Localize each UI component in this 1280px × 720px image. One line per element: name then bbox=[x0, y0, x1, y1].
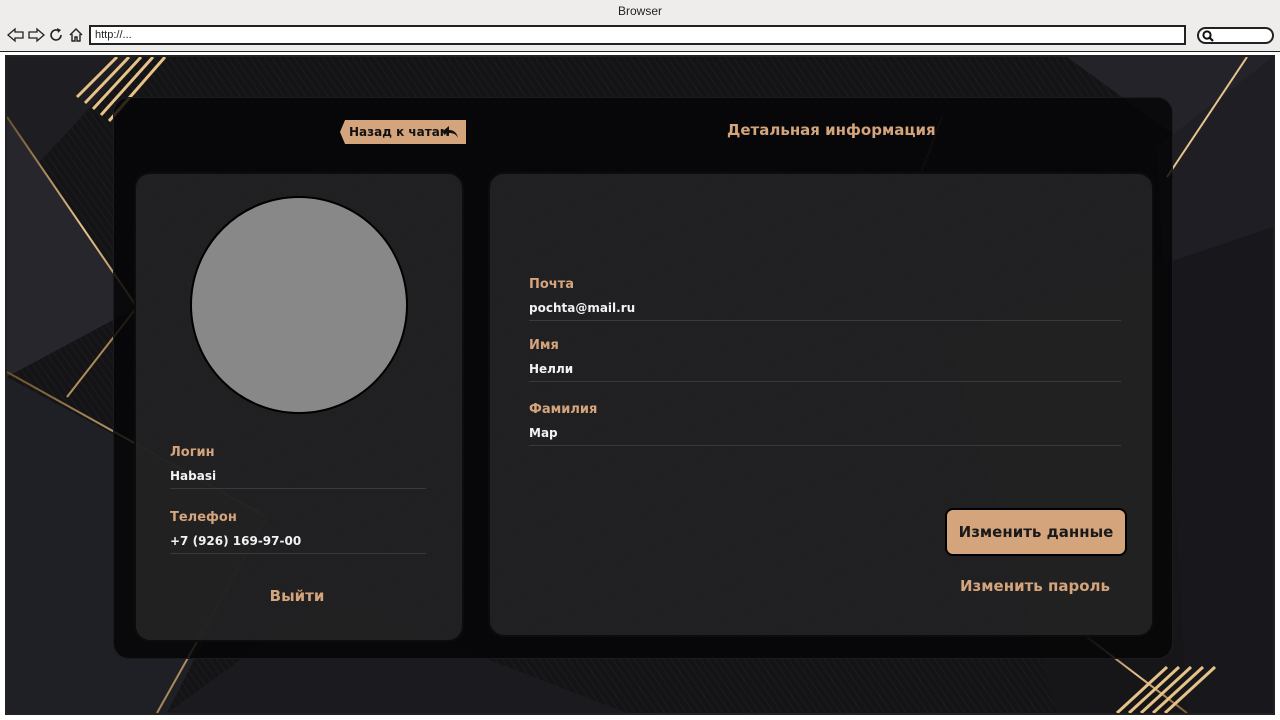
surname-value: Мар bbox=[529, 426, 558, 440]
edit-data-button[interactable]: Изменить данные bbox=[945, 508, 1127, 556]
home-icon[interactable] bbox=[66, 25, 86, 45]
page-viewport: Назад к чатам Детальная информация Логин… bbox=[5, 55, 1275, 715]
name-divider bbox=[529, 381, 1121, 382]
name-value: Нелли bbox=[529, 362, 574, 376]
phone-label: Телефон bbox=[170, 510, 237, 525]
back-arrow-icon[interactable] bbox=[6, 25, 26, 45]
email-value: pochta@mail.ru bbox=[529, 301, 636, 315]
page-title: Детальная информация bbox=[727, 121, 936, 139]
search-icon bbox=[1202, 30, 1214, 42]
search-field[interactable] bbox=[1197, 27, 1274, 44]
reply-arrow-icon bbox=[443, 126, 458, 138]
change-password-link[interactable]: Изменить пароль bbox=[945, 577, 1125, 595]
logout-button[interactable]: Выйти bbox=[172, 587, 422, 605]
phone-value: +7 (926) 169-97-00 bbox=[170, 534, 302, 548]
surname-label: Фамилия bbox=[529, 402, 598, 417]
login-value: Habasi bbox=[170, 469, 217, 483]
name-label: Имя bbox=[529, 338, 559, 353]
forward-arrow-icon[interactable] bbox=[26, 25, 46, 45]
phone-divider bbox=[170, 553, 426, 554]
avatar[interactable] bbox=[190, 196, 408, 414]
back-to-chats-button[interactable]: Назад к чатам bbox=[340, 120, 466, 144]
login-label: Логин bbox=[170, 445, 215, 460]
address-bar[interactable]: http://... bbox=[89, 25, 1186, 45]
window-title: Browser bbox=[617, 4, 662, 18]
login-divider bbox=[170, 488, 426, 489]
email-divider bbox=[529, 320, 1121, 321]
back-to-chats-label: Назад к чатам bbox=[349, 125, 450, 139]
surname-divider bbox=[529, 445, 1121, 446]
browser-chrome: Browser http://... bbox=[0, 0, 1280, 52]
reload-icon[interactable] bbox=[46, 25, 66, 45]
email-label: Почта bbox=[529, 277, 575, 292]
